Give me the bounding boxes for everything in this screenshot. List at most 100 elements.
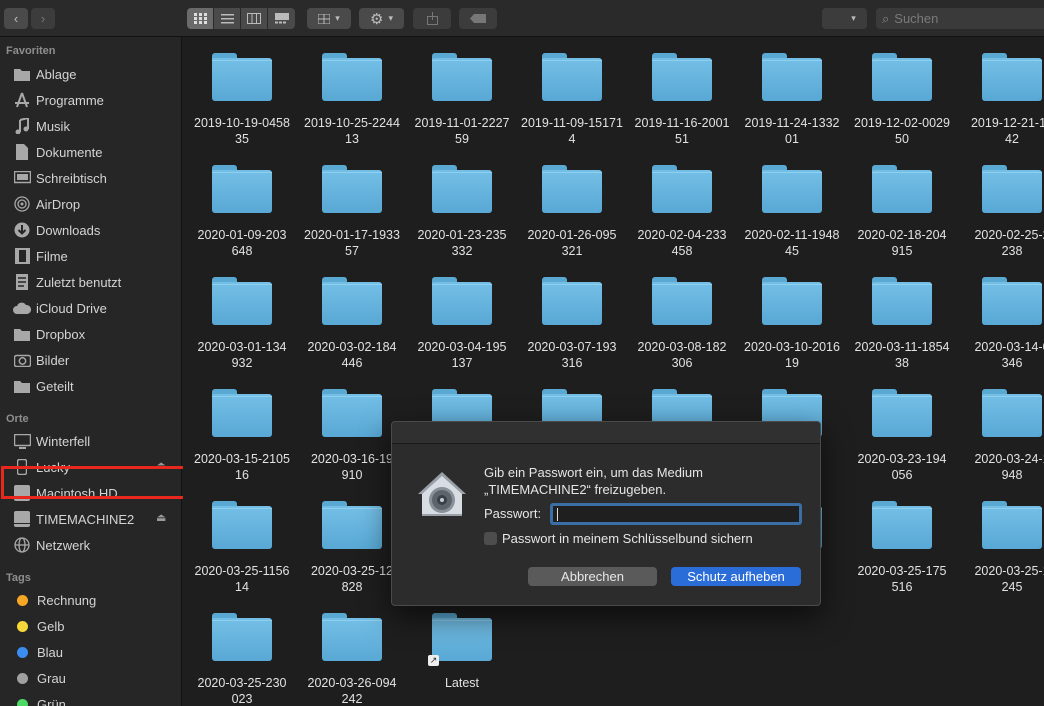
folder-item[interactable]: 2020-03-08-182 306	[623, 261, 733, 373]
tag-icon	[470, 14, 486, 23]
sidebar-item-label: Schreibtisch	[36, 170, 107, 186]
sidebar-tag-label: Gelb	[37, 618, 65, 634]
folder-label: 2020-03-25-230 023	[197, 676, 287, 706]
sidebar-item-fav-11[interactable]: Bilder	[0, 348, 182, 372]
sidebar-item-loc-4[interactable]: Netzwerk	[0, 533, 182, 557]
folder-item[interactable]: 2020-03-25-12 828	[293, 485, 403, 597]
sidebar-tag-3[interactable]: Grau	[0, 666, 182, 690]
folder-item[interactable]: 2020-02-25-2 238	[953, 149, 1044, 261]
back-button[interactable]: ‹	[4, 8, 28, 29]
folder-item[interactable]: 2020-03-25-175 516	[843, 485, 953, 597]
folder-item[interactable]: 2020-01-23-235 332	[403, 149, 513, 261]
sidebar-tag-2[interactable]: Blau	[0, 640, 182, 664]
sidebar-item-label: Filme	[36, 248, 68, 264]
folder-item[interactable]: 2019-11-16-2001 51	[623, 37, 733, 149]
sidebar-item-fav-9[interactable]: iCloud Drive	[0, 296, 182, 320]
folder-item[interactable]: 2020-03-15-2105 16	[183, 373, 293, 485]
folder-item[interactable]: 2019-10-19-0458 35	[183, 37, 293, 149]
folder-item[interactable]: 2020-03-11-1854 38	[843, 261, 953, 373]
folder-item[interactable]: 2020-03-25-1 245	[953, 485, 1044, 597]
folder-item[interactable]: 2020-01-09-203 648	[183, 149, 293, 261]
folder-icon	[982, 277, 1042, 325]
search-field[interactable]: ⌕ Suchen	[876, 8, 1044, 29]
folder-item[interactable]: Latest ↗	[403, 597, 513, 706]
unlock-button[interactable]: Schutz aufheben	[671, 567, 801, 586]
sidebar-tag-1[interactable]: Gelb	[0, 614, 182, 638]
folder-item[interactable]: 2020-01-26-095 321	[513, 149, 623, 261]
gear-icon: ⚙	[370, 10, 384, 28]
folder-label: Latest	[444, 676, 480, 690]
group-button[interactable]: ▾	[307, 8, 351, 29]
folder-label: 2020-03-23-194 056	[857, 452, 947, 482]
folder-item[interactable]: 2019-10-25-2244 13	[293, 37, 403, 149]
applications-icon	[12, 91, 32, 109]
cloud-icon	[12, 299, 32, 317]
sidebar-item-label: AirDrop	[36, 196, 81, 212]
folder-item[interactable]: 2020-03-24-1 948	[953, 373, 1044, 485]
search-icon: ⌕	[882, 10, 890, 26]
sidebar-item-fav-5[interactable]: AirDrop	[0, 192, 182, 216]
gallery-view-button[interactable]	[268, 8, 295, 29]
sidebar-item-fav-4[interactable]: Schreibtisch	[0, 166, 182, 190]
sidebar-item-fav-8[interactable]: Zuletzt benutzt	[0, 270, 182, 294]
sidebar-item-fav-10[interactable]: Dropbox	[0, 322, 182, 346]
folder-item[interactable]: 2020-03-23-194 056	[843, 373, 953, 485]
path-dropdown[interactable]: ▾	[822, 8, 867, 29]
list-view-button[interactable]	[214, 8, 241, 29]
folder-item[interactable]: 2020-02-18-204 915	[843, 149, 953, 261]
folder-item[interactable]: 2019-12-02-0029 50	[843, 37, 953, 149]
folder-item[interactable]: 2019-11-24-1332 01	[733, 37, 843, 149]
forward-button[interactable]: ›	[31, 8, 55, 29]
sidebar-item-fav-3[interactable]: Dokumente	[0, 140, 182, 164]
disk-icon	[12, 510, 32, 528]
sidebar-item-fav-7[interactable]: Filme	[0, 244, 182, 268]
folder-item[interactable]: 2020-03-01-134 932	[183, 261, 293, 373]
downloads-icon	[12, 221, 32, 239]
icon-view-button[interactable]	[187, 8, 214, 29]
folder-item[interactable]: 2020-03-25-230 023	[183, 597, 293, 706]
folder-item[interactable]: 2019-11-01-2227 59	[403, 37, 513, 149]
folder-item[interactable]: 2020-02-04-233 458	[623, 149, 733, 261]
sidebar-item-fav-1[interactable]: Programme	[0, 88, 182, 112]
column-view-button[interactable]	[241, 8, 268, 29]
folder-item[interactable]: 2020-03-04-195 137	[403, 261, 513, 373]
folder-item[interactable]: 2020-03-14-0 346	[953, 261, 1044, 373]
folder-label: 2020-03-07-193 316	[527, 340, 617, 370]
folder-item[interactable]: 2020-03-07-193 316	[513, 261, 623, 373]
sidebar-item-loc-3[interactable]: TIMEMACHINE2 ⏏	[0, 507, 182, 531]
action-button[interactable]: ⚙ ▾	[359, 8, 404, 29]
folder-label: 2019-11-01-2227 59	[414, 116, 510, 146]
tag-button[interactable]	[459, 8, 497, 29]
keychain-checkbox[interactable]	[484, 532, 497, 545]
computer-icon	[12, 432, 32, 450]
folder-item[interactable]: 2020-01-17-1933 57	[293, 149, 403, 261]
folder-icon	[982, 165, 1042, 213]
folder-item[interactable]: 2020-03-16-19 910	[293, 373, 403, 485]
folder-item[interactable]: 2020-03-02-184 446	[293, 261, 403, 373]
cancel-button[interactable]: Abbrechen	[528, 567, 657, 586]
share-button[interactable]	[413, 8, 451, 29]
folder-item[interactable]: 2020-03-10-2016 19	[733, 261, 843, 373]
tag-dot-icon	[17, 620, 28, 632]
sidebar-item-label: Dokumente	[36, 144, 103, 160]
folder-item[interactable]: 2020-03-25-1156 14	[183, 485, 293, 597]
folder-item[interactable]: 2020-03-26-094 242	[293, 597, 403, 706]
folder-item[interactable]: 2019-11-09-15171 4	[513, 37, 623, 149]
folder-item[interactable]: 2019-12-21-1742	[953, 37, 1044, 149]
sidebar-item-fav-2[interactable]: Musik	[0, 114, 182, 138]
sidebar-item-fav-0[interactable]: Ablage	[0, 62, 182, 86]
sidebar-tag-0[interactable]: Rechnung	[0, 588, 182, 612]
folder-item[interactable]: 2020-02-11-1948 45	[733, 149, 843, 261]
sidebar-item-fav-6[interactable]: Downloads	[0, 218, 182, 242]
sidebar-item-fav-12[interactable]: Geteilt	[0, 374, 182, 398]
sidebar-item-loc-0[interactable]: Winterfell	[0, 429, 182, 453]
password-input[interactable]	[550, 503, 802, 525]
chevron-down-icon: ▾	[388, 13, 393, 23]
folder-label: 2020-03-04-195 137	[417, 340, 507, 370]
folder-icon	[542, 53, 602, 101]
selection-highlight	[1, 466, 204, 499]
folder-label: 2020-03-11-1854 38	[854, 340, 950, 370]
password-dialog: Gib ein Passwort ein, um das Medium „TIM…	[391, 421, 821, 606]
sidebar-tag-4[interactable]: Grün	[0, 692, 182, 706]
eject-icon[interactable]: ⏏	[156, 511, 166, 524]
